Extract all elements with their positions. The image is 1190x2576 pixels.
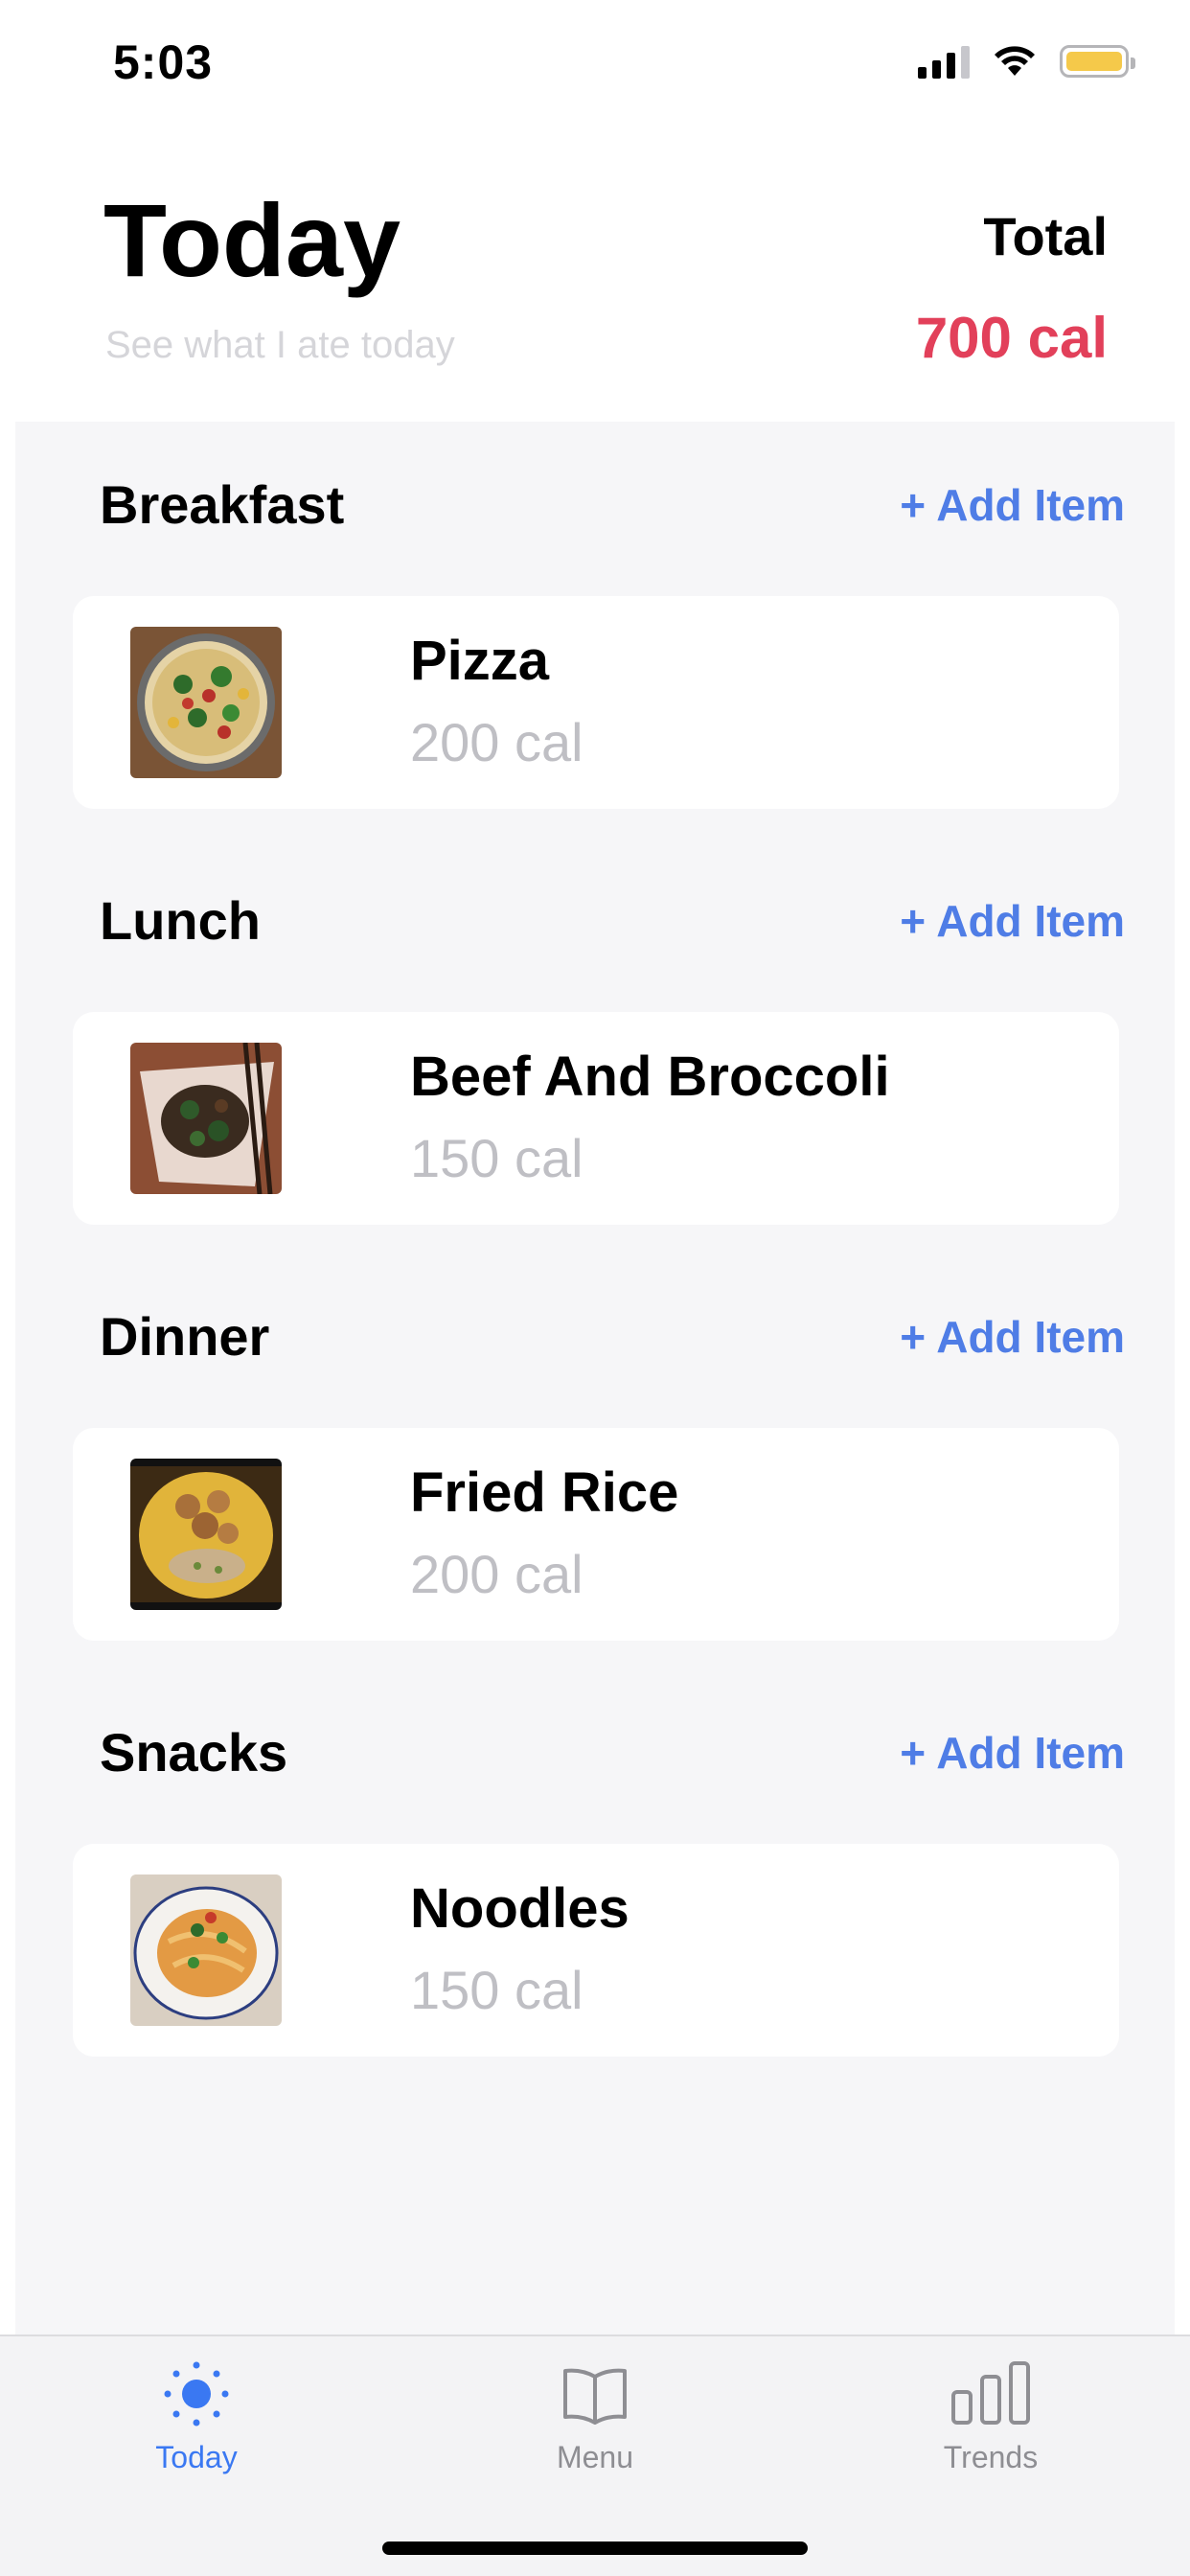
tab-today[interactable]: Today bbox=[101, 2359, 292, 2494]
meal-list[interactable]: Breakfast + Add Item Pizza 200 cal Lunch… bbox=[15, 422, 1175, 2334]
tab-label: Trends bbox=[943, 2440, 1039, 2474]
section-title: Snacks bbox=[100, 1722, 288, 1782]
food-card[interactable]: Noodles 150 cal bbox=[73, 1844, 1119, 2057]
status-icons bbox=[918, 42, 1135, 80]
total-label: Total bbox=[983, 206, 1108, 266]
section-header-snacks: Snacks + Add Item bbox=[15, 1710, 1175, 1786]
food-image bbox=[130, 1043, 282, 1194]
tab-label: Today bbox=[155, 2440, 238, 2474]
tab-label: Menu bbox=[556, 2440, 634, 2474]
home-indicator bbox=[382, 2542, 808, 2555]
tab-menu[interactable]: Menu bbox=[499, 2359, 691, 2494]
page-subtitle: See what I ate today bbox=[105, 324, 455, 366]
food-calories: 200 cal bbox=[410, 712, 584, 772]
battery-icon bbox=[1060, 45, 1135, 78]
page-title: Today bbox=[103, 182, 401, 298]
food-card[interactable]: Pizza 200 cal bbox=[73, 596, 1119, 809]
section-header-dinner: Dinner + Add Item bbox=[15, 1294, 1175, 1370]
food-card[interactable]: Fried Rice 200 cal bbox=[73, 1428, 1119, 1641]
food-name: Pizza bbox=[410, 630, 550, 692]
bar-chart-icon bbox=[951, 2361, 1030, 2425]
book-icon bbox=[563, 2368, 627, 2425]
add-item-button[interactable]: + Add Item bbox=[900, 1311, 1125, 1363]
status-time: 5:03 bbox=[113, 35, 214, 89]
tab-bar: Today Menu Trends bbox=[0, 2334, 1190, 2576]
food-card[interactable]: Beef And Broccoli 150 cal bbox=[73, 1012, 1119, 1225]
add-item-button[interactable]: + Add Item bbox=[900, 1727, 1125, 1779]
add-item-button[interactable]: + Add Item bbox=[900, 479, 1125, 531]
food-calories: 150 cal bbox=[410, 1960, 584, 2020]
section-title: Lunch bbox=[100, 890, 261, 951]
food-name: Fried Rice bbox=[410, 1461, 679, 1524]
food-calories: 200 cal bbox=[410, 1544, 584, 1604]
tab-trends[interactable]: Trends bbox=[895, 2359, 1087, 2494]
section-header-lunch: Lunch + Add Item bbox=[15, 878, 1175, 954]
status-bar: 5:03 bbox=[0, 0, 1190, 126]
page-header: Today See what I ate today Total 700 cal bbox=[0, 126, 1190, 422]
food-name: Beef And Broccoli bbox=[410, 1046, 890, 1108]
food-image bbox=[130, 1459, 282, 1610]
section-header-breakfast: Breakfast + Add Item bbox=[15, 462, 1175, 539]
food-name: Noodles bbox=[410, 1877, 629, 1940]
section-title: Dinner bbox=[100, 1306, 270, 1367]
food-calories: 150 cal bbox=[410, 1128, 584, 1188]
sun-icon bbox=[164, 2361, 229, 2426]
cellular-signal-icon bbox=[918, 44, 970, 79]
total-calories: 700 cal bbox=[915, 306, 1108, 370]
add-item-button[interactable]: + Add Item bbox=[900, 895, 1125, 947]
food-image bbox=[130, 627, 282, 778]
wifi-icon bbox=[995, 46, 1035, 76]
food-image bbox=[130, 1874, 282, 2026]
section-title: Breakfast bbox=[100, 474, 345, 535]
